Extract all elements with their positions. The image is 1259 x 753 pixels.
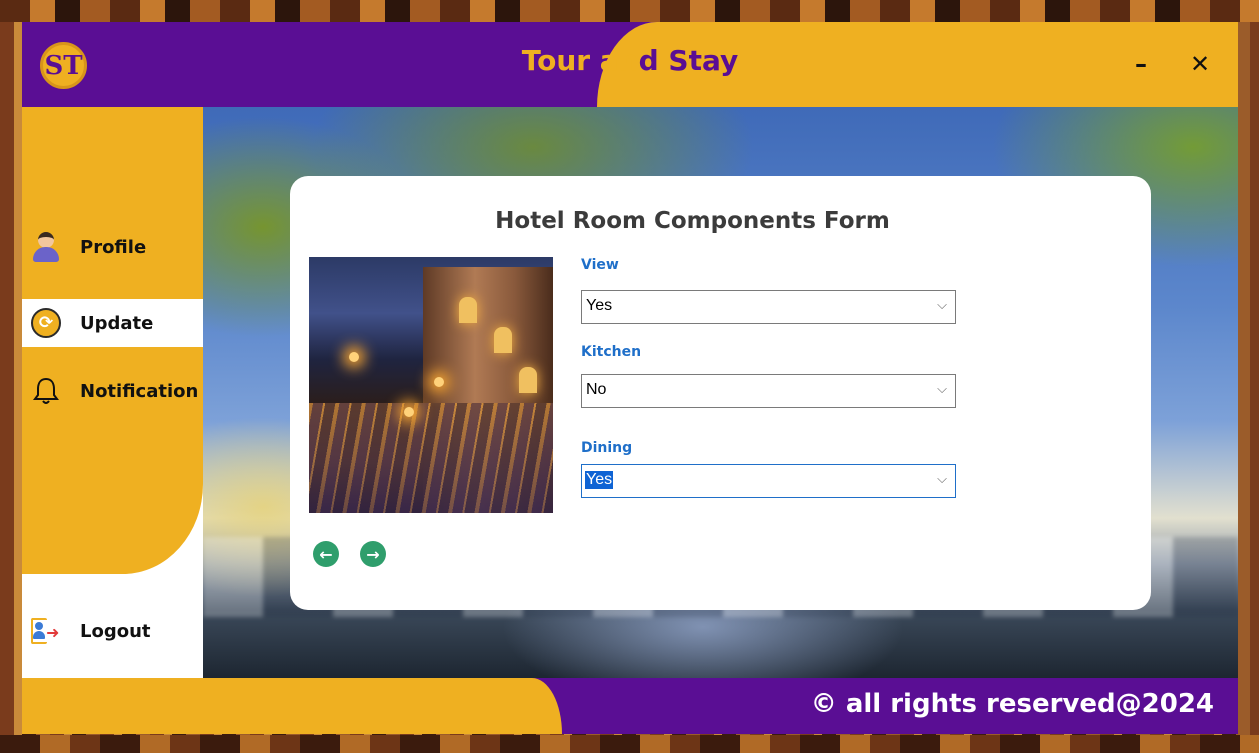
app-title: Tour and Stay [22,44,1238,77]
update-icon: ⟳ [30,307,62,339]
kitchen-select-value: No [586,381,607,398]
app-window: ST Tour and Stay – ✕ Profile ⟳ Update No… [22,22,1238,734]
logout-button[interactable]: ➜ Logout [22,607,203,655]
close-button[interactable]: ✕ [1190,52,1210,76]
chevron-down-icon: ⌵ [937,297,947,312]
sidebar-item-label: Update [80,312,154,334]
view-select-value: Yes [586,297,613,314]
chevron-down-icon: ⌵ [937,381,947,396]
footer: © all rights reserved@2024 [22,678,1238,734]
logout-label: Logout [80,620,151,642]
form-title: Hotel Room Components Form [495,208,890,234]
hotel-photo [309,257,553,513]
form-card: Hotel Room Components Form View Yes ⌵ Ki… [290,176,1151,610]
view-label: View [581,257,619,273]
previous-arrow-button[interactable]: ← [313,541,339,567]
sidebar-item-profile[interactable]: Profile [22,223,203,271]
next-arrow-button[interactable]: → [360,541,386,567]
sidebar: Profile ⟳ Update Notification ➜ Logout [22,107,203,678]
dining-label: Dining [581,440,633,456]
logout-icon: ➜ [30,615,62,647]
dining-select[interactable]: Yes ⌵ [581,464,956,498]
copyright-text: © all rights reserved@2024 [810,689,1214,719]
background-border-bottom [0,735,1259,753]
view-select[interactable]: Yes ⌵ [581,290,956,324]
sidebar-item-notification[interactable]: Notification [22,367,203,415]
background-border-top [0,0,1259,22]
minimize-button[interactable]: – [1135,52,1147,76]
kitchen-select[interactable]: No ⌵ [581,374,956,408]
title-bar[interactable]: ST Tour and Stay – ✕ [22,22,1238,107]
sidebar-item-label: Profile [80,236,147,258]
kitchen-label: Kitchen [581,344,642,360]
dining-select-value: Yes [585,471,614,489]
avatar-icon [30,231,62,263]
footer-accent [22,678,562,734]
app-title-part-1: Tour an [521,44,639,77]
sidebar-item-label: Notification [80,380,199,402]
sidebar-item-update[interactable]: ⟳ Update [22,299,203,347]
app-title-part-2: d Stay [638,44,739,77]
bell-icon [30,375,62,407]
chevron-down-icon: ⌵ [937,471,947,486]
